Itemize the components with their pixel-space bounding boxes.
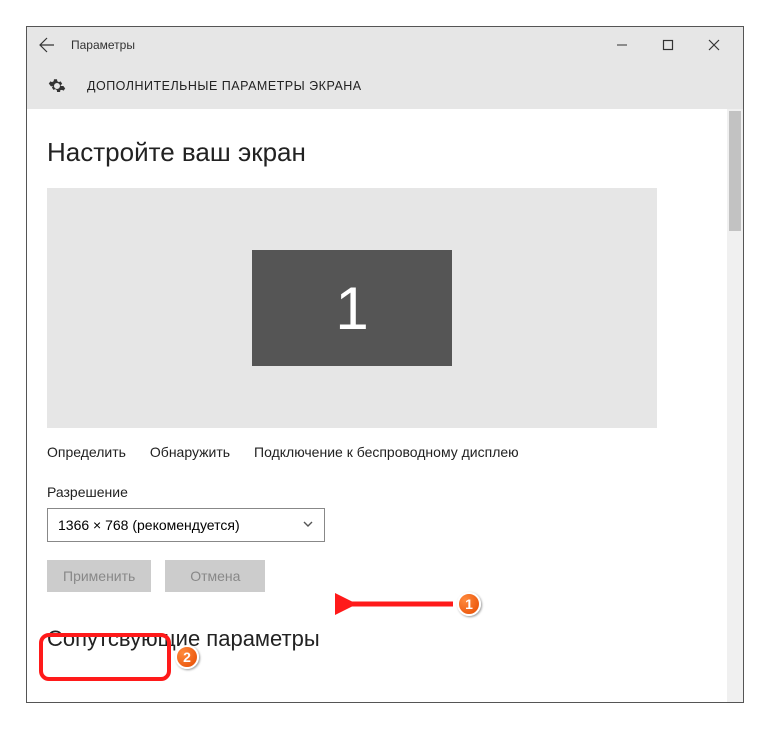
apply-button[interactable]: Применить bbox=[47, 560, 151, 592]
identify-link[interactable]: Определить bbox=[47, 444, 126, 460]
chevron-down-icon bbox=[302, 517, 314, 533]
annotation-highlight-apply bbox=[39, 633, 171, 681]
annotation-arrow-1 bbox=[335, 592, 455, 616]
back-button[interactable] bbox=[33, 31, 61, 59]
annotation-badge-1: 1 bbox=[457, 592, 481, 616]
cancel-button[interactable]: Отмена bbox=[165, 560, 265, 592]
display-arrangement-area[interactable]: 1 bbox=[47, 188, 657, 428]
minimize-button[interactable] bbox=[599, 30, 645, 60]
annotation-badge-2: 2 bbox=[175, 645, 199, 669]
maximize-button[interactable] bbox=[645, 30, 691, 60]
window-title: Параметры bbox=[71, 38, 135, 52]
close-button[interactable] bbox=[691, 30, 737, 60]
scrollbar[interactable] bbox=[727, 109, 743, 702]
scrollbar-thumb[interactable] bbox=[729, 111, 741, 231]
display-tile-1[interactable]: 1 bbox=[252, 250, 452, 366]
gear-icon bbox=[47, 76, 67, 96]
wireless-display-link[interactable]: Подключение к беспроводному дисплею bbox=[254, 444, 519, 460]
settings-window: Параметры ДОПОЛНИТЕЛЬНЫЕ ПАРАМЕТРЫ ЭКРАН… bbox=[26, 26, 744, 703]
resolution-select[interactable]: 1366 × 768 (рекомендуется) bbox=[47, 508, 325, 542]
resolution-value: 1366 × 768 (рекомендуется) bbox=[58, 517, 240, 533]
detect-link[interactable]: Обнаружить bbox=[150, 444, 230, 460]
section-title: Настройте ваш экран bbox=[47, 137, 723, 168]
display-number: 1 bbox=[335, 274, 368, 343]
titlebar: Параметры bbox=[27, 27, 743, 63]
resolution-label: Разрешение bbox=[47, 484, 723, 500]
breadcrumb: ДОПОЛНИТЕЛЬНЫЕ ПАРАМЕТРЫ ЭКРАНА bbox=[87, 79, 362, 93]
display-action-links: Определить Обнаружить Подключение к бесп… bbox=[47, 444, 723, 460]
breadcrumb-bar: ДОПОЛНИТЕЛЬНЫЕ ПАРАМЕТРЫ ЭКРАНА bbox=[27, 63, 743, 109]
button-row: Применить Отмена bbox=[47, 560, 723, 592]
